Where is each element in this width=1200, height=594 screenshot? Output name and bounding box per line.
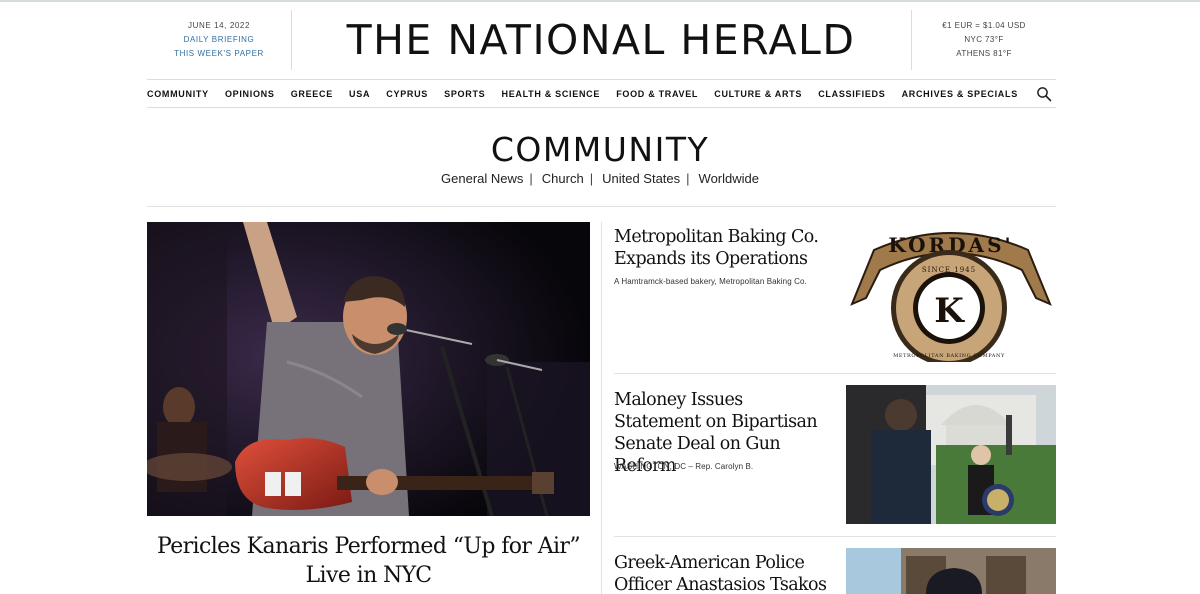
story-excerpt: WASHINGTON, DC – Rep. Carolyn B. [614, 462, 754, 471]
logo-company-text: METROPOLITAN BAKING COMPANY [893, 353, 1005, 359]
story-excerpt: A Hamtramck-based bakery, Metropolitan B… [614, 277, 807, 286]
subnav-separator: | [589, 171, 594, 186]
top-rule [0, 0, 1200, 2]
masthead-right: €1 EUR = $1.04 USD NYC 73°F ATHENS 81°F [912, 10, 1056, 70]
subnav-separator: | [686, 171, 690, 186]
nav-item-opinions[interactable]: OPINIONS [225, 89, 275, 99]
subnav-worldwide[interactable]: Worldwide [699, 171, 759, 186]
search-icon[interactable] [1036, 86, 1052, 102]
story-headline[interactable]: Metropolitan Baking Co. Expands its Oper… [614, 226, 834, 270]
nav-item-usa[interactable]: USA [349, 89, 370, 99]
story-divider [614, 373, 1056, 374]
section-divider [147, 206, 1056, 207]
nav-item-archives-specials[interactable]: ARCHIVES & SPECIALS [902, 89, 1018, 99]
nav-item-culture-arts[interactable]: CULTURE & ARTS [714, 89, 802, 99]
logo-letter: K [934, 291, 965, 331]
this-weeks-paper-link[interactable]: THIS WEEK'S PAPER [147, 49, 291, 58]
weather-athens: ATHENS 81°F [956, 49, 1012, 58]
site-logo[interactable]: THE NATIONAL HERALD [291, 10, 911, 70]
subnav-church[interactable]: Church [542, 171, 584, 186]
masthead-left: JUNE 14, 2022 DAILY BRIEFING THIS WEEK'S… [147, 10, 291, 70]
section-subnav: General News | Church | United States | Worldw… [0, 171, 1200, 186]
nav-item-food-travel[interactable]: FOOD & TRAVEL [616, 89, 698, 99]
nav-items: COMMUNITY OPINIONS GREECE USA CYPRUS SPO… [147, 80, 1056, 107]
exchange-rate: €1 EUR = $1.04 USD [942, 21, 1026, 30]
police-officer-photo [846, 548, 1056, 594]
nav-item-sports[interactable]: SPORTS [444, 89, 485, 99]
main-navigation: COMMUNITY OPINIONS GREECE USA CYPRUS SPO… [147, 79, 1056, 108]
subnav-general-news[interactable]: General News [441, 171, 523, 186]
story-divider [614, 536, 1056, 537]
nav-item-community[interactable]: COMMUNITY [147, 89, 209, 99]
story-thumbnail-kordas-logo[interactable]: KORDAS' SINCE 1945 K METROPOLITAN BAKING… [846, 222, 1056, 362]
column-divider [601, 222, 602, 594]
nav-item-health-science[interactable]: HEALTH & SCIENCE [502, 89, 601, 99]
nav-item-classifieds[interactable]: CLASSIFIEDS [818, 89, 885, 99]
story-thumbnail-press-conference[interactable] [846, 385, 1056, 524]
weather-nyc: NYC 73°F [964, 35, 1004, 44]
press-conference-photo [846, 385, 1056, 524]
section-title: COMMUNITY [490, 130, 710, 169]
kordas-logo: KORDAS' SINCE 1945 K METROPOLITAN BAKING… [846, 222, 1056, 362]
main-story-headline[interactable]: Pericles Kanaris Performed “Up for Air” … [147, 532, 590, 590]
nav-item-greece[interactable]: GREECE [291, 89, 333, 99]
subnav-separator: | [529, 171, 533, 186]
main-story-photo[interactable] [147, 222, 590, 516]
story-headline[interactable]: Greek-American Police Officer Anastasios… [614, 552, 834, 594]
story-thumbnail-police-officer[interactable] [846, 548, 1056, 594]
concert-photo [147, 222, 590, 516]
logo-since-text: SINCE 1945 [922, 266, 976, 274]
daily-briefing-link[interactable]: DAILY BRIEFING [147, 35, 291, 44]
nav-item-cyprus[interactable]: CYPRUS [386, 89, 428, 99]
current-date: JUNE 14, 2022 [187, 21, 251, 30]
masthead: JUNE 14, 2022 DAILY BRIEFING THIS WEEK'S… [147, 10, 1056, 70]
subnav-united-states[interactable]: United States [602, 171, 680, 186]
